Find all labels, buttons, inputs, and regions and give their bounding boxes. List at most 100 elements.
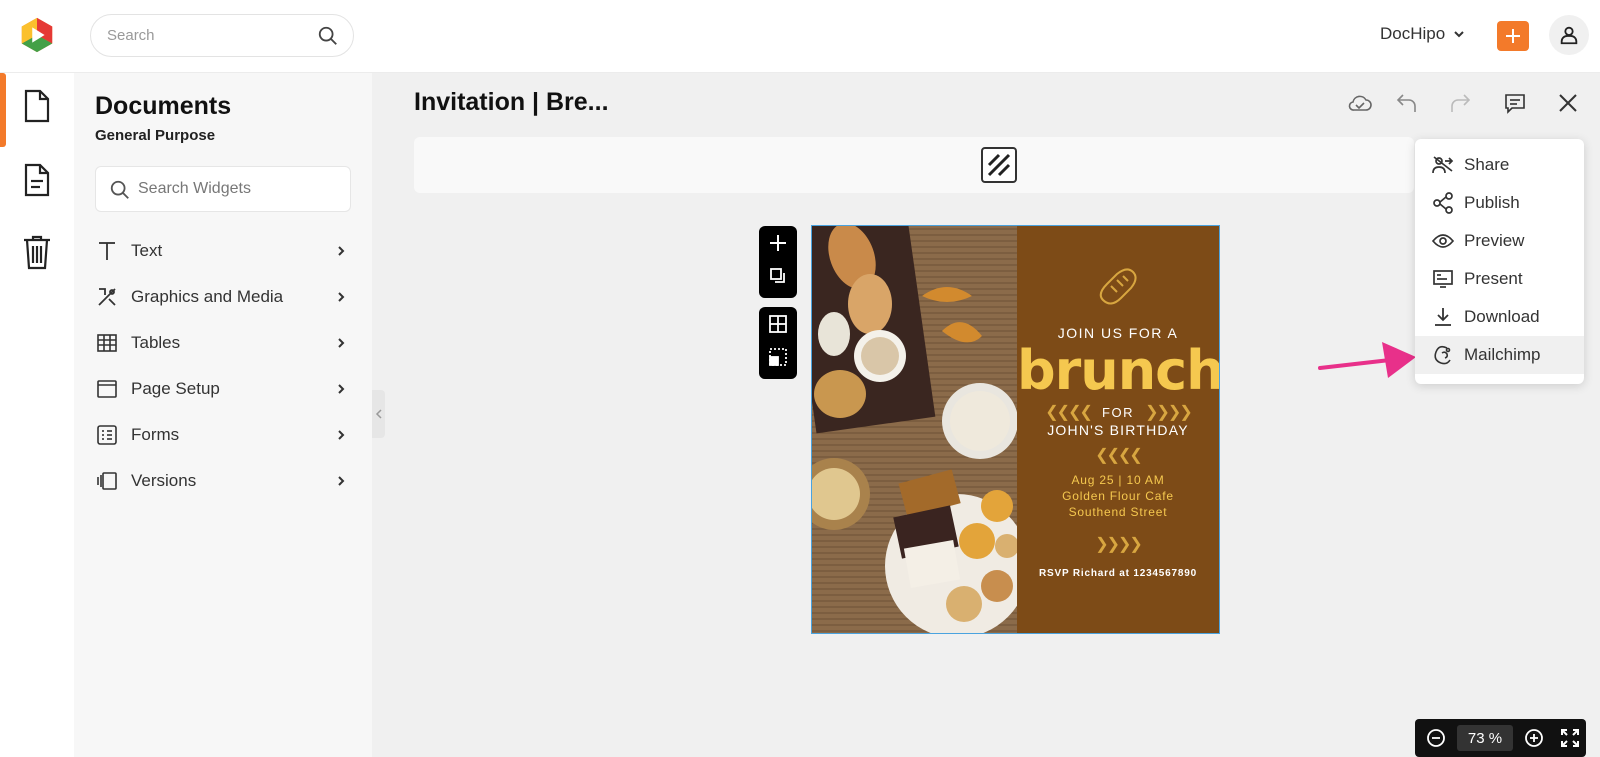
menu-item-label: Download (1464, 307, 1540, 326)
widget-item-label: Text (131, 241, 163, 260)
copy-icon (770, 267, 785, 283)
widget-item-graphics[interactable]: Graphics and Media (95, 277, 351, 317)
zoom-out-icon (1427, 729, 1445, 747)
invite-occasion[interactable]: JOHN'S BIRTHDAY (1017, 422, 1219, 438)
grid-layout-button[interactable] (759, 307, 797, 340)
invite-for-text: FOR (1102, 405, 1134, 420)
zoom-in-button[interactable] (1519, 719, 1549, 757)
layout-tools-group (759, 307, 797, 379)
chevrons-left-decoration: ❮❮❮❮ (1095, 447, 1143, 464)
table-icon (95, 331, 119, 355)
create-new-button[interactable] (1497, 21, 1529, 51)
pointer-arrow-icon (1318, 342, 1416, 378)
widget-item-label: Graphics and Media (131, 287, 284, 306)
document-text-icon (24, 163, 50, 197)
trash-icon (24, 235, 50, 270)
eye-icon (1432, 230, 1454, 252)
global-search[interactable] (90, 14, 354, 57)
menu-item-label: Preview (1464, 231, 1525, 250)
top-bar: DocHipo (0, 0, 1600, 73)
background-pattern-button[interactable] (981, 147, 1017, 183)
chevron-down-icon (1454, 31, 1464, 38)
page-tools-group (759, 226, 797, 298)
widgets-panel: Documents General Purpose Text Graphics … (74, 73, 372, 757)
invite-for-line[interactable]: ❮❮❮❮ FOR ❯❯❯❯ (1017, 402, 1219, 422)
brunch-photo[interactable] (812, 226, 1017, 633)
widget-search-input[interactable] (138, 167, 338, 211)
menu-item-label: Share (1464, 155, 1510, 174)
mailchimp-icon (1432, 344, 1454, 366)
app-logo-icon[interactable] (18, 16, 56, 54)
invite-street[interactable]: Southend Street (1017, 505, 1219, 519)
add-page-button[interactable] (759, 226, 797, 259)
page-setup-icon (95, 377, 119, 401)
grid-icon (769, 314, 787, 333)
invite-headline[interactable]: brunch (1017, 339, 1219, 402)
widget-item-text[interactable]: Text (95, 231, 351, 271)
zoom-in-icon (1525, 729, 1543, 747)
document-icon (24, 89, 50, 123)
close-icon[interactable] (1557, 92, 1579, 114)
rail-item-document-content[interactable] (0, 147, 74, 213)
search-icon[interactable] (317, 25, 339, 47)
bakery-food-image (812, 226, 1017, 633)
fullscreen-icon (1561, 729, 1579, 747)
chevron-right-icon (338, 246, 345, 256)
rail-item-documents[interactable] (0, 73, 74, 139)
widget-item-forms[interactable]: Forms (95, 415, 351, 455)
panel-collapse-handle[interactable] (372, 390, 385, 438)
zoom-out-button[interactable] (1421, 719, 1451, 757)
widget-item-tables[interactable]: Tables (95, 323, 351, 363)
account-dropdown[interactable]: DocHipo (1380, 24, 1465, 44)
user-profile-button[interactable] (1549, 15, 1589, 55)
widget-search[interactable] (95, 166, 351, 212)
share-icon (1432, 154, 1454, 176)
present-icon (1432, 268, 1454, 290)
chevron-right-icon (338, 476, 345, 486)
text-icon (95, 239, 119, 263)
widget-item-versions[interactable]: Versions (95, 461, 351, 501)
global-search-input[interactable] (107, 15, 307, 56)
menu-item-label: Mailchimp (1464, 345, 1541, 364)
widget-item-page-setup[interactable]: Page Setup (95, 369, 351, 409)
download-icon (1432, 306, 1454, 328)
cloud-saved-icon[interactable] (1347, 92, 1373, 114)
redo-icon[interactable] (1448, 92, 1472, 114)
rail-active-indicator (0, 73, 6, 147)
resize-page-button[interactable] (759, 340, 797, 373)
editor-toolbar (414, 137, 1414, 193)
menu-item-label: Present (1464, 269, 1523, 288)
rail-item-trash[interactable] (0, 219, 74, 285)
menu-item-label: Publish (1464, 193, 1520, 212)
invite-venue[interactable]: Golden Flour Cafe (1017, 489, 1219, 503)
undo-icon[interactable] (1395, 92, 1419, 114)
share-menu: Share Publish Preview Present Download M… (1415, 139, 1584, 384)
forms-icon (95, 423, 119, 447)
document-title[interactable]: Invitation | Bre... (414, 88, 609, 117)
account-name: DocHipo (1380, 24, 1446, 43)
chevrons-right-decoration: ❯❯❯❯ (1095, 536, 1143, 553)
invite-rsvp[interactable]: RSVP Richard at 1234567890 (1017, 568, 1219, 579)
menu-item-download[interactable]: Download (1415, 298, 1584, 336)
design-canvas[interactable]: JOIN US FOR A brunch ❮❮❮❮ FOR ❯❯❯❯ JOHN'… (811, 225, 1220, 634)
chevrons-left-decoration: ❮❮❮❮ (1045, 404, 1093, 421)
menu-item-mailchimp[interactable]: Mailchimp (1415, 336, 1584, 374)
graphics-icon (95, 285, 119, 309)
bread-icon (1099, 268, 1137, 305)
resize-icon (769, 347, 787, 366)
widget-item-label: Page Setup (131, 379, 220, 398)
chevron-right-icon (338, 292, 345, 302)
fullscreen-button[interactable] (1555, 719, 1585, 757)
plus-icon (1506, 29, 1520, 43)
invitation-text-panel[interactable]: JOIN US FOR A brunch ❮❮❮❮ FOR ❯❯❯❯ JOHN'… (1017, 226, 1219, 633)
user-icon (1560, 26, 1578, 45)
menu-item-preview[interactable]: Preview (1415, 222, 1584, 260)
menu-item-publish[interactable]: Publish (1415, 184, 1584, 222)
invite-date[interactable]: Aug 25 | 10 AM (1017, 473, 1219, 487)
versions-icon (95, 469, 119, 493)
widget-item-label: Versions (131, 471, 197, 490)
menu-item-present[interactable]: Present (1415, 260, 1584, 298)
duplicate-page-button[interactable] (759, 259, 797, 292)
comment-icon[interactable] (1503, 92, 1527, 114)
menu-item-share[interactable]: Share (1415, 146, 1584, 184)
